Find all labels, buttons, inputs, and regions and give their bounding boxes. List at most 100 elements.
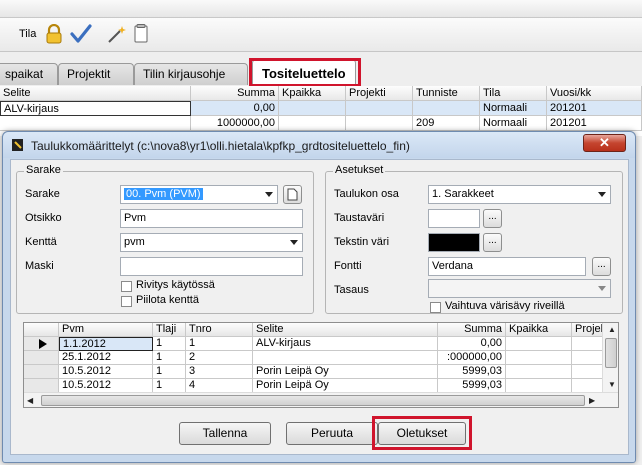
tila-button[interactable]: Tila [19, 28, 36, 40]
taustavari-label: Taustaväri [334, 212, 385, 224]
table-cell[interactable] [253, 351, 438, 365]
tasaus-label: Tasaus [334, 284, 369, 296]
table-cell[interactable] [506, 379, 572, 393]
table-cell[interactable] [0, 116, 191, 131]
tasaus-select[interactable] [428, 279, 611, 298]
table-cell[interactable]: Normaali [480, 101, 547, 116]
table-cell[interactable] [506, 337, 572, 351]
column-header[interactable]: Tnro [186, 323, 253, 337]
table-cell[interactable] [506, 365, 572, 379]
piilota-checkbox[interactable] [121, 296, 132, 307]
column-header[interactable]: Kpaikka [506, 323, 572, 337]
table-cell[interactable] [346, 101, 413, 116]
table-cell[interactable]: 1 [153, 337, 186, 351]
magic-wand-icon[interactable] [106, 23, 128, 45]
kentta-select[interactable]: pvm [120, 233, 303, 252]
document-icon[interactable] [132, 23, 150, 45]
table-cell[interactable]: 1.1.2012 [59, 337, 153, 351]
piilota-label: Piilota kenttä [136, 294, 199, 306]
chevron-down-icon [593, 186, 610, 203]
tekstin-vari-pick-button[interactable]: ... [483, 233, 502, 252]
table-cell[interactable]: 1 [153, 365, 186, 379]
column-header[interactable]: Selite [253, 323, 438, 337]
table-cell[interactable]: 25.1.2012 [59, 351, 153, 365]
row-indicator[interactable] [24, 365, 59, 379]
table-cell[interactable] [506, 351, 572, 365]
table-cell[interactable]: :000000,00 [438, 351, 506, 365]
column-header[interactable]: Tlaji [153, 323, 186, 337]
table-cell[interactable]: 5999,03 [438, 365, 506, 379]
table-cell[interactable] [346, 116, 413, 131]
taulukon-osa-select[interactable]: 1. Sarakkeet [428, 185, 611, 204]
table-cell[interactable]: 5999,03 [438, 379, 506, 393]
table-cell[interactable] [279, 101, 346, 116]
fontti-pick-button[interactable]: ... [592, 257, 611, 276]
table-cell[interactable]: 1 [186, 337, 253, 351]
close-button[interactable]: ✕ [583, 134, 626, 152]
new-column-button[interactable] [283, 185, 302, 204]
vertical-scrollbar[interactable]: ▲ ▼ [602, 323, 618, 392]
maski-input[interactable] [120, 257, 303, 276]
toolbar: Tila [0, 18, 642, 52]
table-cell[interactable] [413, 101, 480, 116]
table-cell[interactable]: 0,00 [438, 337, 506, 351]
peruuta-button[interactable]: Peruuta [286, 422, 378, 445]
table-cell[interactable]: 201201 [547, 101, 642, 116]
vaihtuva-checkbox[interactable] [430, 302, 441, 313]
fontti-input[interactable]: Verdana [428, 257, 586, 276]
tab-spaikat[interactable]: spaikat [0, 63, 58, 85]
fontti-label: Fontti [334, 260, 362, 272]
scroll-up-icon[interactable]: ▲ [608, 325, 616, 334]
checkmark-icon[interactable] [69, 23, 93, 45]
column-header[interactable]: Kpaikka [279, 86, 346, 101]
table-cell[interactable]: 2 [186, 351, 253, 365]
column-header[interactable]: Tila [480, 86, 547, 101]
table-cell[interactable]: ALV-kirjaus [0, 101, 191, 116]
lock-icon[interactable] [44, 23, 64, 45]
tallenna-button[interactable]: Tallenna [179, 422, 271, 445]
table-cell[interactable]: 201201 [547, 116, 642, 131]
current-row-indicator[interactable] [24, 337, 59, 351]
table-cell[interactable]: 0,00 [191, 101, 279, 116]
vertical-scroll-thumb[interactable] [605, 338, 617, 368]
table-cell[interactable]: ALV-kirjaus [253, 337, 438, 351]
column-header[interactable]: Pvm [59, 323, 153, 337]
table-cell[interactable] [279, 116, 346, 131]
table-cell[interactable]: Normaali [480, 116, 547, 131]
table-cell[interactable]: 10.5.2012 [59, 365, 153, 379]
rivitys-checkbox[interactable] [121, 281, 132, 292]
column-header[interactable]: Summa [191, 86, 279, 101]
horizontal-scrollbar[interactable]: ◀ ▶ [24, 392, 618, 407]
tab-tilin-kirjausohje[interactable]: Tilin kirjausohje [134, 63, 248, 85]
horizontal-scroll-thumb[interactable] [41, 395, 585, 406]
tab-projektit[interactable]: Projektit [58, 63, 134, 85]
table-cell[interactable]: Porin Leipä Oy [253, 365, 438, 379]
table-cell[interactable]: 10.5.2012 [59, 379, 153, 393]
column-header[interactable]: Selite [0, 86, 191, 101]
tekstin-vari-swatch[interactable] [428, 233, 480, 252]
scroll-down-icon[interactable]: ▼ [608, 380, 616, 389]
dialog-title-bar[interactable]: Taulukkomäärittelyt (c:\nova8\yr1\olli.h… [3, 132, 635, 158]
row-indicator[interactable] [24, 379, 59, 393]
table-cell[interactable]: 1 [153, 351, 186, 365]
table-cell[interactable]: 3 [186, 365, 253, 379]
column-header[interactable]: Projekti [346, 86, 413, 101]
taustavari-pick-button[interactable]: ... [483, 209, 502, 228]
maski-label: Maski [25, 260, 54, 272]
table-cell[interactable]: 4 [186, 379, 253, 393]
table-cell[interactable]: 1 [153, 379, 186, 393]
column-header[interactable]: Vuosi/kk [547, 86, 642, 101]
scroll-right-icon[interactable]: ▶ [589, 396, 595, 405]
taustavari-swatch[interactable] [428, 209, 480, 228]
table-cell[interactable]: Porin Leipä Oy [253, 379, 438, 393]
scroll-left-icon[interactable]: ◀ [27, 396, 33, 405]
notebook-icon [11, 138, 25, 152]
row-indicator[interactable] [24, 351, 59, 365]
column-header[interactable]: Summa [438, 323, 506, 337]
table-cell[interactable]: 1000000,00 [191, 116, 279, 131]
tekstin-vari-label: Tekstin väri [334, 236, 390, 248]
sarake-select[interactable]: 00. Pvm (PVM) [120, 185, 278, 204]
column-header[interactable]: Tunniste [413, 86, 480, 101]
table-cell[interactable]: 209 [413, 116, 480, 131]
otsikko-input[interactable]: Pvm [120, 209, 303, 228]
